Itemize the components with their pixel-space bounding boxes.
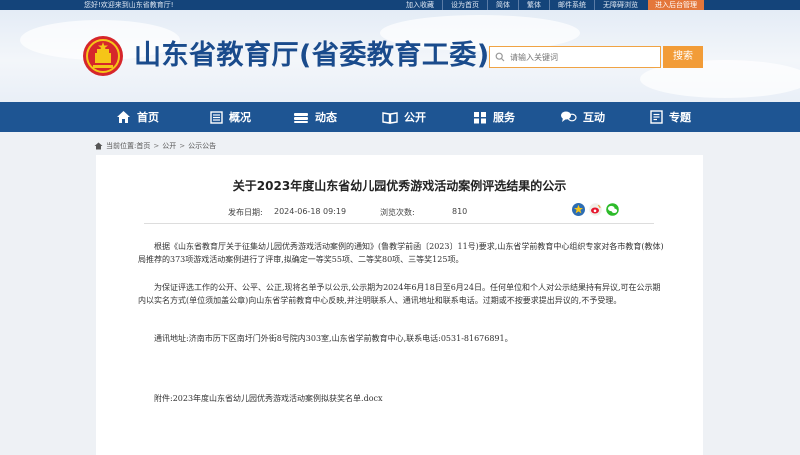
search-icon (490, 47, 510, 67)
weibo-share-icon[interactable] (589, 203, 602, 216)
topic-icon (650, 110, 663, 124)
nav-label: 公开 (404, 111, 426, 124)
search-box[interactable] (489, 46, 661, 68)
breadcrumb-open[interactable]: 公开 (162, 141, 176, 151)
nav-label: 专题 (669, 111, 691, 124)
welcome-text: 您好!欢迎来到山东省教育厅! (84, 1, 174, 9)
favorite-star-icon[interactable] (572, 203, 585, 216)
breadcrumb-home[interactable]: 首页 (136, 141, 150, 151)
national-emblem-logo (83, 36, 123, 76)
overview-icon (210, 110, 223, 124)
nav-item-open[interactable]: 公开 (382, 102, 426, 132)
nav-item-news[interactable]: 动态 (293, 102, 337, 132)
service-icon (474, 111, 486, 123)
accessibility-link[interactable]: 无障碍浏览 (595, 0, 646, 10)
traditional-chinese-link[interactable]: 繁体 (519, 0, 550, 10)
nav-item-topics[interactable]: 专题 (650, 102, 691, 132)
nav-label: 首页 (137, 111, 159, 124)
breadcrumb: 当前位置: 首页 > 公开 > 公示公告 (94, 141, 216, 151)
published-label: 发布日期: (228, 208, 263, 217)
article-paragraph-2: 为保证评选工作的公开、公平、公正,现将名单予以公示,公示期为2024年6月18日… (138, 283, 661, 305)
breadcrumb-separator: > (153, 142, 160, 150)
chat-icon (561, 111, 577, 122)
add-favorite-link[interactable]: 加入收藏 (398, 0, 443, 10)
book-icon (382, 111, 398, 124)
nav-label: 概况 (229, 111, 251, 124)
breadcrumb-prefix: 当前位置: (106, 142, 137, 150)
article-title: 关于2023年度山东省幼儿园优秀游戏活动案例评选结果的公示 (232, 179, 567, 193)
published-date: 2024-06-18 09:19 (274, 207, 347, 216)
nav-item-home[interactable]: 首页 (116, 102, 159, 132)
search-input[interactable] (510, 52, 655, 62)
search-button[interactable]: 搜索 (663, 46, 703, 68)
home-icon (117, 111, 130, 123)
nav-label: 服务 (493, 111, 515, 124)
news-icon (294, 112, 308, 123)
nav-item-service[interactable]: 服务 (473, 102, 515, 132)
site-title: 山东省教育厅(省委教育工委) (134, 40, 490, 71)
top-links: 加入收藏 设为首页 简体 繁体 邮件系统 无障碍浏览 (398, 0, 646, 10)
attachment-link[interactable]: 附件:2023年度山东省幼儿园优秀游戏活动案例拟获奖名单.docx (154, 393, 383, 404)
article-paragraph-3: 通讯地址:济南市历下区南圩门外街8号院内303室,山东省学前教育中心,联系电话:… (154, 334, 513, 343)
top-bar: 您好!欢迎来到山东省教育厅! 加入收藏 设为首页 简体 繁体 邮件系统 无障碍浏… (0, 0, 800, 10)
views-label: 浏览次数: (380, 208, 415, 217)
site-header: 山东省教育厅(省委教育工委) 搜索 (0, 10, 800, 102)
article-panel: 关于2023年度山东省幼儿园优秀游戏活动案例评选结果的公示 发布日期: 2024… (96, 155, 703, 455)
simplified-chinese-link[interactable]: 简体 (488, 0, 519, 10)
meta-divider (144, 223, 654, 224)
home-small-icon (94, 142, 103, 150)
nav-item-overview[interactable]: 概况 (210, 102, 251, 132)
admin-login-button[interactable]: 进入后台管理 (648, 0, 704, 10)
nav-item-interact[interactable]: 互动 (560, 102, 605, 132)
share-buttons (572, 203, 623, 216)
nav-label: 动态 (315, 111, 337, 124)
views-count: 810 (452, 207, 468, 216)
wechat-share-icon[interactable] (606, 203, 619, 216)
breadcrumb-separator: > (179, 142, 186, 150)
main-nav: 首页 概况 动态 公开 服务 互动 专题 (0, 102, 800, 132)
article-paragraph-1: 根据《山东省教育厅关于征集幼儿园优秀游戏活动案例的通知》(鲁教学前函〔2023〕… (138, 242, 664, 264)
nav-label: 互动 (583, 111, 605, 124)
email-system-link[interactable]: 邮件系统 (550, 0, 595, 10)
breadcrumb-notices[interactable]: 公示公告 (188, 141, 216, 151)
set-homepage-link[interactable]: 设为首页 (443, 0, 488, 10)
